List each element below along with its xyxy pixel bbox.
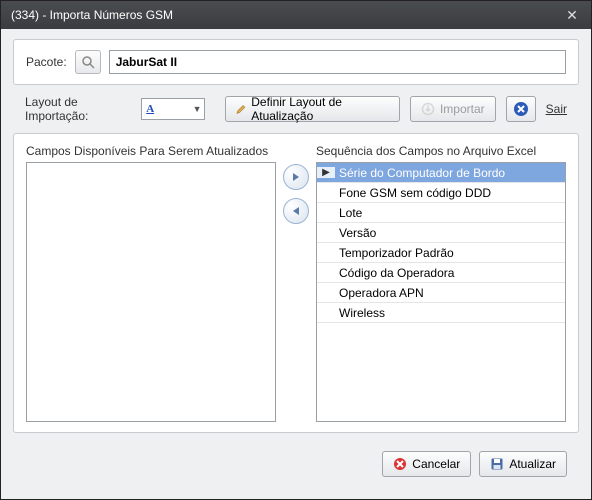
layout-combo-value: A bbox=[146, 103, 154, 115]
import-label: Importar bbox=[440, 102, 485, 116]
exit-button[interactable] bbox=[506, 96, 536, 122]
list-item[interactable]: Código da Operadora bbox=[317, 263, 565, 283]
define-layout-button[interactable]: Definir Layout de Atualização bbox=[225, 96, 400, 122]
cancel-label: Cancelar bbox=[412, 457, 460, 471]
define-layout-label: Definir Layout de Atualização bbox=[251, 95, 389, 123]
pacote-input[interactable] bbox=[109, 50, 566, 74]
close-circle-icon bbox=[513, 101, 529, 117]
import-button: Importar bbox=[410, 96, 496, 122]
search-button[interactable] bbox=[75, 50, 101, 74]
lists-panel: Campos Disponíveis Para Serem Atualizado… bbox=[13, 133, 579, 433]
list-item-label: Versão bbox=[335, 226, 565, 240]
pacote-panel: Pacote: bbox=[13, 39, 579, 85]
save-icon bbox=[490, 457, 504, 471]
list-item[interactable]: Operadora APN bbox=[317, 283, 565, 303]
update-label: Atualizar bbox=[509, 457, 556, 471]
move-right-button[interactable] bbox=[283, 164, 309, 190]
import-icon bbox=[421, 102, 435, 116]
footer: Cancelar Atualizar bbox=[13, 443, 579, 489]
pencil-icon bbox=[236, 103, 247, 115]
search-icon bbox=[81, 55, 95, 69]
dialog-window: (334) - Importa Números GSM ✕ Pacote: La… bbox=[0, 0, 592, 500]
layout-combo[interactable]: A ▼ bbox=[141, 98, 204, 120]
close-icon[interactable]: ✕ bbox=[563, 6, 581, 24]
list-item-label: Operadora APN bbox=[335, 286, 565, 300]
move-left-button[interactable] bbox=[283, 198, 309, 224]
row-marker: ▶ bbox=[317, 167, 335, 178]
transfer-buttons bbox=[282, 144, 310, 422]
pacote-label: Pacote: bbox=[26, 55, 67, 69]
update-button[interactable]: Atualizar bbox=[479, 451, 567, 477]
list-item[interactable]: Wireless bbox=[317, 303, 565, 323]
list-item-label: Temporizador Padrão bbox=[335, 246, 565, 260]
chevron-down-icon: ▼ bbox=[193, 104, 202, 114]
layout-toolbar: Layout de Importação: A ▼ Definir Layout… bbox=[13, 95, 579, 123]
cancel-icon bbox=[393, 457, 407, 471]
list-item[interactable]: Fone GSM sem código DDD bbox=[317, 183, 565, 203]
list-item[interactable]: ▶Série do Computador de Bordo bbox=[317, 163, 565, 183]
content-area: Pacote: Layout de Importação: A ▼ Defini… bbox=[1, 29, 591, 499]
cancel-button[interactable]: Cancelar bbox=[382, 451, 471, 477]
list-item-label: Wireless bbox=[335, 306, 565, 320]
available-fields-list[interactable] bbox=[26, 162, 276, 422]
list-item-label: Série do Computador de Bordo bbox=[335, 166, 565, 180]
window-title: (334) - Importa Números GSM bbox=[11, 8, 563, 22]
available-fields-header: Campos Disponíveis Para Serem Atualizado… bbox=[26, 144, 276, 158]
list-item-label: Código da Operadora bbox=[335, 266, 565, 280]
arrow-left-icon bbox=[290, 205, 302, 217]
list-item-label: Lote bbox=[335, 206, 565, 220]
sequence-fields-column: Sequência dos Campos no Arquivo Excel ▶S… bbox=[316, 144, 566, 422]
titlebar: (334) - Importa Números GSM ✕ bbox=[1, 1, 591, 29]
layout-label: Layout de Importação: bbox=[25, 95, 131, 123]
sequence-fields-list[interactable]: ▶Série do Computador de Bordo Fone GSM se… bbox=[316, 162, 566, 422]
list-item[interactable]: Versão bbox=[317, 223, 565, 243]
sequence-fields-header: Sequência dos Campos no Arquivo Excel bbox=[316, 144, 566, 158]
list-item[interactable]: Temporizador Padrão bbox=[317, 243, 565, 263]
list-item-label: Fone GSM sem código DDD bbox=[335, 186, 565, 200]
list-item[interactable]: Lote bbox=[317, 203, 565, 223]
available-fields-column: Campos Disponíveis Para Serem Atualizado… bbox=[26, 144, 276, 422]
exit-label[interactable]: Sair bbox=[546, 102, 567, 116]
arrow-right-icon bbox=[290, 171, 302, 183]
